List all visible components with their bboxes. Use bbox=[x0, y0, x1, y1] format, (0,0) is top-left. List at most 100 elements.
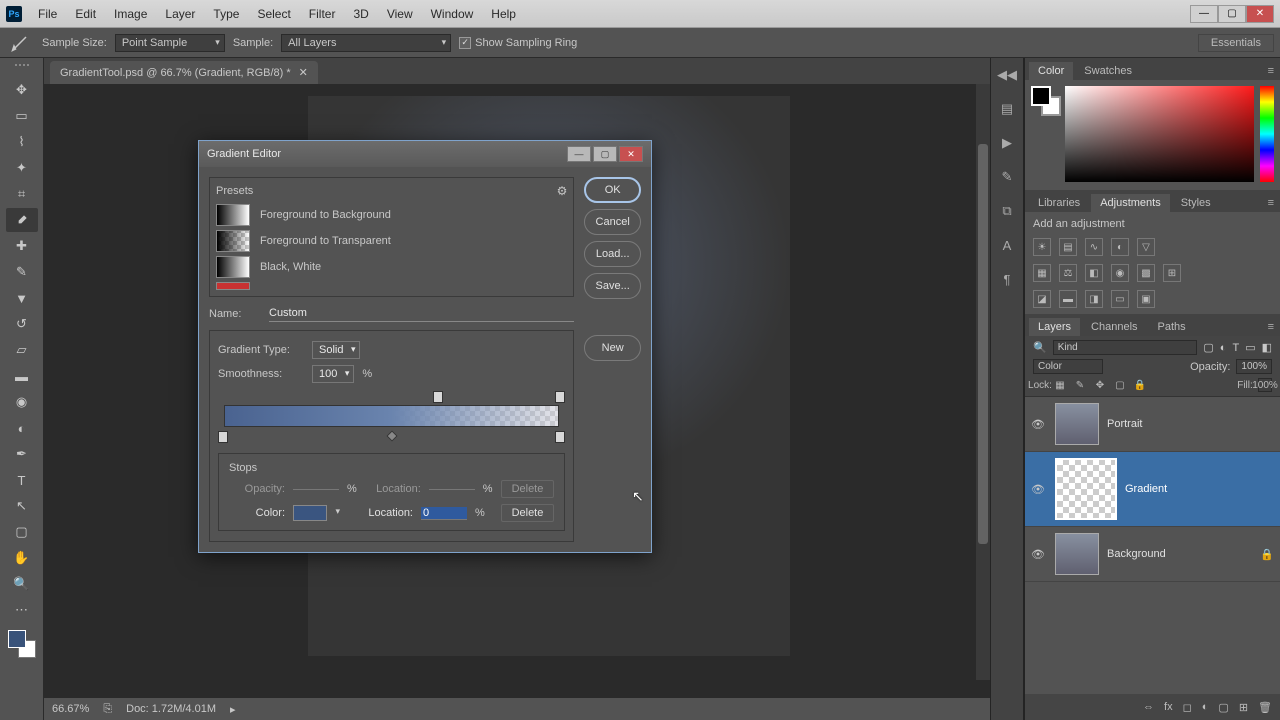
filter-smart-icon[interactable]: ◧ bbox=[1262, 341, 1272, 354]
visibility-icon[interactable]: 👁 bbox=[1031, 483, 1047, 496]
menu-view[interactable]: View bbox=[379, 3, 421, 25]
layers-panel-menu-icon[interactable]: ≡ bbox=[1262, 318, 1280, 336]
tab-styles[interactable]: Styles bbox=[1172, 194, 1220, 212]
new-group-icon[interactable]: ▢ bbox=[1218, 701, 1228, 714]
midpoint-stop[interactable] bbox=[387, 430, 398, 441]
gradient-name-input[interactable]: Custom bbox=[269, 305, 574, 322]
color-stop-chip[interactable] bbox=[293, 505, 327, 521]
tab-layers[interactable]: Layers bbox=[1029, 318, 1080, 336]
adj-bw-icon[interactable]: ◧ bbox=[1085, 264, 1103, 282]
adj-exposure-icon[interactable]: ◐ bbox=[1111, 238, 1129, 256]
quick-select-tool-icon[interactable]: ✦ bbox=[6, 156, 38, 180]
color-swatch-pair[interactable] bbox=[1031, 86, 1059, 114]
dialog-close-button[interactable]: ✕ bbox=[619, 146, 643, 162]
tab-color[interactable]: Color bbox=[1029, 62, 1073, 80]
layer-item[interactable]: 👁 Background 🔒 bbox=[1025, 527, 1280, 582]
gradient-tool-icon[interactable]: ▬ bbox=[6, 364, 38, 388]
rectangle-tool-icon[interactable]: ▢ bbox=[6, 520, 38, 544]
menu-help[interactable]: Help bbox=[483, 3, 524, 25]
adj-threshold-icon[interactable]: ◨ bbox=[1085, 290, 1103, 308]
filter-adj-icon[interactable]: ◐ bbox=[1220, 342, 1227, 354]
tab-adjustments[interactable]: Adjustments bbox=[1091, 194, 1170, 212]
panel-expand-icon[interactable]: ◀◀ bbox=[996, 64, 1018, 86]
adj-invert-icon[interactable]: ◪ bbox=[1033, 290, 1051, 308]
vertical-scrollbar[interactable] bbox=[976, 84, 990, 680]
lock-pixels-icon[interactable]: ▦ bbox=[1053, 378, 1067, 392]
lock-position-icon[interactable]: ✎ bbox=[1073, 378, 1087, 392]
current-tool-icon[interactable] bbox=[6, 32, 34, 54]
document-info-menu-icon[interactable]: ▸ bbox=[230, 703, 236, 716]
blur-tool-icon[interactable]: ◉ bbox=[6, 390, 38, 414]
dialog-minimize-button[interactable]: — bbox=[567, 146, 591, 162]
play-panel-icon[interactable]: ▶ bbox=[996, 132, 1018, 154]
window-minimize-button[interactable]: — bbox=[1190, 5, 1218, 23]
stamp-tool-icon[interactable]: ▼ bbox=[6, 286, 38, 310]
ok-button[interactable]: OK bbox=[584, 177, 641, 203]
pen-tool-icon[interactable]: ✒ bbox=[6, 442, 38, 466]
visibility-icon[interactable]: 👁 bbox=[1031, 418, 1047, 431]
new-button[interactable]: New bbox=[584, 335, 641, 361]
para-panel-icon[interactable]: ¶ bbox=[996, 268, 1018, 290]
adj-brightness-icon[interactable]: ☀ bbox=[1033, 238, 1051, 256]
new-adjustment-icon[interactable]: ◐ bbox=[1202, 701, 1209, 713]
blend-mode-select[interactable]: Color bbox=[1033, 359, 1103, 374]
preset-item[interactable]: Foreground to Transparent bbox=[216, 230, 555, 252]
menu-3d[interactable]: 3D bbox=[345, 3, 376, 25]
layer-item[interactable]: 👁 Gradient bbox=[1025, 452, 1280, 527]
menu-image[interactable]: Image bbox=[106, 3, 155, 25]
color-field[interactable] bbox=[1065, 86, 1254, 182]
smoothness-input[interactable]: 100 bbox=[312, 365, 354, 383]
crop-tool-icon[interactable]: ⌗ bbox=[6, 182, 38, 206]
preset-item[interactable] bbox=[216, 282, 250, 290]
healing-tool-icon[interactable]: ✚ bbox=[6, 234, 38, 258]
menu-select[interactable]: Select bbox=[249, 3, 298, 25]
move-tool-icon[interactable]: ✥ bbox=[6, 78, 38, 102]
foreground-background-colors[interactable] bbox=[8, 630, 36, 658]
layer-item[interactable]: 👁 Portrait bbox=[1025, 397, 1280, 452]
menu-layer[interactable]: Layer bbox=[157, 3, 203, 25]
show-sampling-ring-checkbox[interactable]: ✓ bbox=[459, 37, 471, 49]
tab-swatches[interactable]: Swatches bbox=[1075, 62, 1141, 80]
window-maximize-button[interactable]: ▢ bbox=[1218, 5, 1246, 23]
edit-toolbar-icon[interactable]: ⋯ bbox=[6, 598, 38, 622]
path-select-tool-icon[interactable]: ↖ bbox=[6, 494, 38, 518]
window-close-button[interactable]: ✕ bbox=[1246, 5, 1274, 23]
color-stop[interactable] bbox=[218, 431, 228, 443]
adjust-panel-menu-icon[interactable]: ≡ bbox=[1262, 194, 1280, 212]
filter-img-icon[interactable]: ▢ bbox=[1203, 341, 1213, 354]
eraser-tool-icon[interactable]: ▱ bbox=[6, 338, 38, 362]
char-panel-icon[interactable]: A bbox=[996, 234, 1018, 256]
clone-panel-icon[interactable]: ⧉ bbox=[996, 200, 1018, 222]
adj-hue-icon[interactable]: ▦ bbox=[1033, 264, 1051, 282]
adj-poster-icon[interactable]: ▬ bbox=[1059, 290, 1077, 308]
type-tool-icon[interactable]: T bbox=[6, 468, 38, 492]
color-stop-delete-button[interactable]: Delete bbox=[501, 504, 555, 522]
layer-fx-icon[interactable]: fx bbox=[1164, 701, 1173, 713]
dodge-tool-icon[interactable]: ◐ bbox=[6, 416, 38, 440]
color-panel-menu-icon[interactable]: ≡ bbox=[1262, 62, 1280, 80]
hue-slider[interactable] bbox=[1260, 86, 1274, 182]
adj-curves-icon[interactable]: ∿ bbox=[1085, 238, 1103, 256]
lasso-tool-icon[interactable]: ⌇ bbox=[6, 130, 38, 154]
brush-panel-icon[interactable]: ✎ bbox=[996, 166, 1018, 188]
sample-size-select[interactable]: Point Sample bbox=[115, 34, 225, 52]
document-tab[interactable]: GradientTool.psd @ 66.7% (Gradient, RGB/… bbox=[50, 61, 318, 84]
menu-filter[interactable]: Filter bbox=[301, 3, 344, 25]
adj-gradient-icon[interactable]: ▭ bbox=[1111, 290, 1129, 308]
history-panel-icon[interactable]: ▤ bbox=[996, 98, 1018, 120]
opacity-input[interactable]: 100% bbox=[1236, 359, 1272, 374]
load-button[interactable]: Load... bbox=[584, 241, 641, 267]
preset-item[interactable]: Black, White bbox=[216, 256, 555, 278]
adj-vibrance-icon[interactable]: ▽ bbox=[1137, 238, 1155, 256]
delete-layer-icon[interactable]: 🗑 bbox=[1258, 701, 1272, 714]
eyedropper-tool-icon[interactable] bbox=[6, 208, 38, 232]
dialog-maximize-button[interactable]: ▢ bbox=[593, 146, 617, 162]
layer-kind-filter[interactable]: Kind bbox=[1053, 340, 1198, 355]
tab-paths[interactable]: Paths bbox=[1149, 318, 1195, 336]
menu-type[interactable]: Type bbox=[205, 3, 247, 25]
opacity-stop[interactable] bbox=[555, 391, 565, 403]
save-button[interactable]: Save... bbox=[584, 273, 641, 299]
color-loc-input[interactable]: 0 bbox=[421, 507, 467, 520]
new-layer-icon[interactable]: ⊞ bbox=[1239, 701, 1248, 714]
adj-lookup-icon[interactable]: ⊞ bbox=[1163, 264, 1181, 282]
